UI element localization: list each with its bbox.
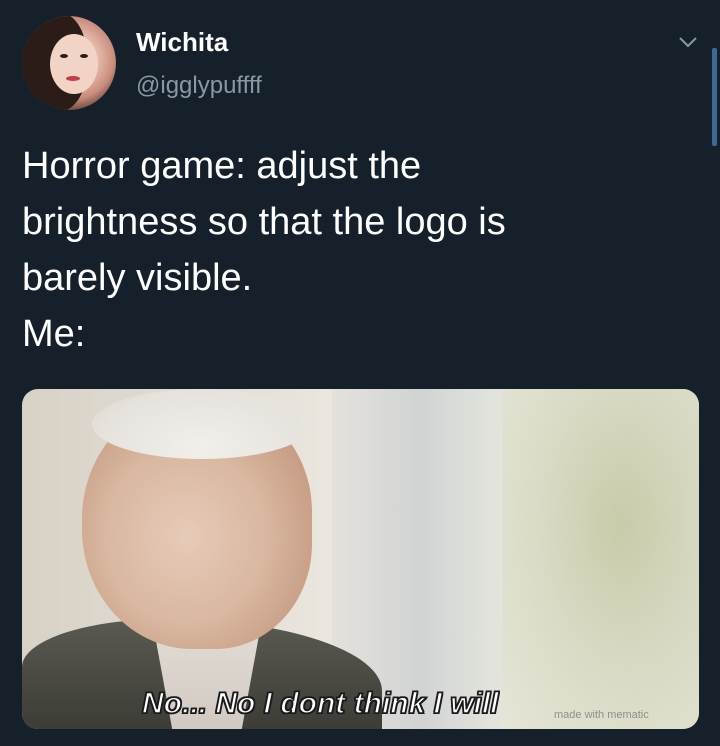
watermark: made with mematic <box>554 709 649 721</box>
tweet-card: Wichita @igglypuffff Horror game: adjust… <box>0 0 720 746</box>
tweet-text-line: brightness so that the logo is <box>22 201 506 243</box>
image-foliage <box>502 389 699 729</box>
meme-subtitle: No... No I dont think I will <box>141 686 499 721</box>
avatar-eye <box>60 54 68 58</box>
tweet-text-line: Horror game: adjust the <box>22 145 422 187</box>
tweet-text-line: barely visible. <box>22 257 253 299</box>
chevron-down-icon[interactable] <box>676 30 700 54</box>
avatar-lips <box>66 76 80 81</box>
avatar[interactable] <box>22 16 116 110</box>
tweet-media-image[interactable]: No... No I dont think I will made with m… <box>22 389 699 729</box>
avatar-face <box>50 34 98 94</box>
image-hair <box>92 389 312 459</box>
display-name[interactable]: Wichita <box>136 27 228 58</box>
user-handle[interactable]: @igglypuffff <box>136 72 262 100</box>
avatar-eye <box>80 54 88 58</box>
tweet-text: Horror game: adjust the brightness so th… <box>22 138 692 362</box>
tweet-text-line: Me: <box>22 313 86 355</box>
scrollbar[interactable] <box>712 48 717 146</box>
